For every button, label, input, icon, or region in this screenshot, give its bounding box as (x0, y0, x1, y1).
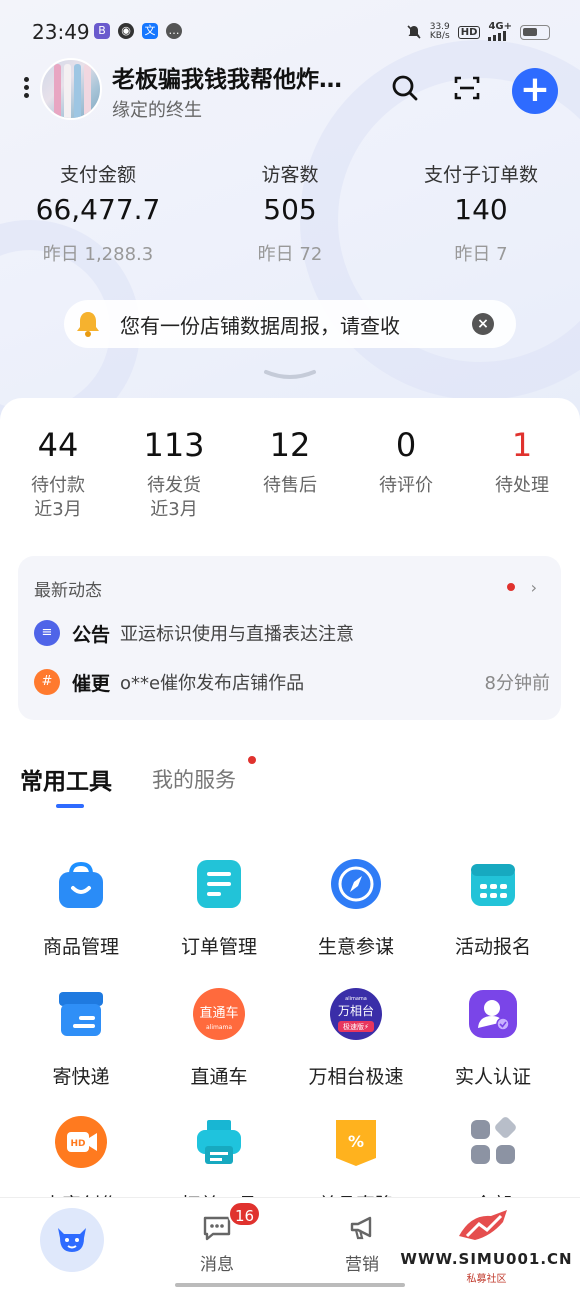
stat-payment-amount[interactable]: 支付金额 66,477.7 昨日 1,288.3 (3, 160, 193, 266)
latest-activity-panel[interactable]: 最新动态 › ≡ 公告 亚运标识使用与直播表达注意 # 催更 o**e催你发布店… (18, 556, 561, 720)
weekly-report-notice[interactable]: 您有一份店铺数据周报，请查收 × (64, 300, 516, 348)
nav-marketing[interactable]: 营销 (322, 1214, 402, 1275)
network-speed: 33.9 KB/s (429, 22, 450, 41)
tab-my-services[interactable]: 我的服务 (152, 764, 236, 794)
hd-badge: HD (457, 25, 481, 39)
add-button[interactable]: + (512, 68, 558, 114)
tool-express-delivery[interactable]: 寄快递 (12, 986, 150, 1089)
signal-type: 4G+ (488, 22, 512, 41)
scan-button[interactable] (445, 66, 489, 110)
chevron-down-icon[interactable] (262, 368, 318, 384)
verified-person-icon (469, 990, 517, 1038)
feed-item-urge[interactable]: # 催更 o**e催你发布店铺作品 8分钟前 (34, 667, 554, 697)
svg-text:alimama: alimama (206, 1024, 232, 1031)
bull-logo-icon (58, 1228, 86, 1252)
tool-product-management[interactable]: 商品管理 (12, 856, 150, 959)
mute-bell-icon (407, 25, 421, 39)
hashtag-icon: # (34, 669, 60, 695)
search-icon (392, 75, 418, 101)
app-notification-icon: B (94, 23, 110, 39)
svg-text:%: % (348, 1132, 364, 1151)
bell-icon (77, 312, 99, 337)
feed-title: 最新动态 (34, 581, 102, 601)
all-apps-icon (471, 1117, 516, 1164)
tools-tabs: 常用工具 我的服务 (20, 756, 320, 812)
chat-bubble-icon: … (166, 23, 182, 39)
stat-sub-orders[interactable]: 支付子订单数 140 昨日 7 (386, 160, 576, 266)
announcement-icon: ≡ (34, 620, 60, 646)
tab-underline (56, 804, 84, 808)
tool-business-advisor[interactable]: 生意参谋 (287, 856, 425, 959)
watermark-logo-icon (459, 1210, 507, 1240)
stat-visitors[interactable]: 访客数 505 昨日 72 (195, 160, 385, 266)
svg-text:万相台: 万相台 (338, 1003, 374, 1018)
tool-order-management[interactable]: 订单管理 (150, 856, 288, 959)
todo-pending-review[interactable]: 0 待评价 (348, 426, 464, 498)
close-icon[interactable]: × (472, 313, 494, 335)
home-indicator[interactable] (175, 1283, 405, 1287)
tool-event-signup[interactable]: 活动报名 (424, 856, 562, 959)
battery-icon (520, 24, 550, 40)
order-list-icon (197, 860, 241, 908)
notice-text: 您有一份店铺数据周报，请查收 (120, 313, 400, 338)
translate-app-icon: 文 (142, 23, 158, 39)
shop-avatar[interactable] (40, 58, 102, 120)
wxt-logo-icon: alimama 万相台 极速版⚡ (330, 988, 382, 1040)
message-count-badge: 16 (228, 1201, 262, 1227)
more-menu-icon[interactable] (22, 74, 30, 104)
calendar-grid-icon (471, 864, 515, 906)
shop-header: 老板骗我钱我帮他炸… 缘定的终生 + (0, 56, 580, 130)
todo-pending-handle[interactable]: 1 待处理 (464, 426, 580, 498)
tool-wanxiangtai[interactable]: alimama 万相台 极速版⚡ 万相台极速 (287, 986, 425, 1089)
todo-after-sales[interactable]: 12 待售后 (232, 426, 348, 498)
parcel-box-icon (59, 992, 103, 1036)
shop-name[interactable]: 老板骗我钱我帮他炸… (112, 60, 377, 94)
svg-text:极速版⚡: 极速版⚡ (343, 1022, 369, 1031)
scan-icon (454, 76, 480, 100)
site-watermark: WWW.SIMU001.CN 私募社区 (399, 1206, 574, 1285)
tool-ztc[interactable]: 直通车 alimama 直通车 (150, 986, 288, 1089)
unread-dot (248, 756, 256, 764)
hd-video-icon: HD (55, 1116, 107, 1168)
workbench-card: 44 待付款 近3月 113 待发货 近3月 12 待售后 0 待评价 1 待处理 … (0, 398, 580, 1289)
compass-icon (331, 859, 381, 909)
tool-real-name-verify[interactable]: 实人认证 (424, 986, 562, 1089)
todo-pending-payment[interactable]: 44 待付款 近3月 (0, 426, 116, 522)
todo-pending-shipment[interactable]: 113 待发货 近3月 (116, 426, 232, 522)
ztc-logo-icon: 直通车 alimama (193, 988, 245, 1040)
search-button[interactable] (383, 66, 427, 110)
status-bar: 23:49 B ◉ 文 … 33.9 KB/s HD 4G+ (0, 0, 580, 62)
svg-text:alimama: alimama (345, 996, 367, 1002)
svg-text:HD: HD (70, 1139, 85, 1149)
svg-text:直通车: 直通车 (199, 1005, 238, 1021)
shopping-bag-icon (59, 861, 103, 908)
printer-icon (197, 1120, 241, 1164)
discount-coupon-icon: % (336, 1120, 376, 1166)
tab-common-tools[interactable]: 常用工具 (20, 762, 112, 796)
nav-home[interactable] (40, 1208, 104, 1272)
megaphone-icon (350, 1216, 372, 1240)
unread-dot (507, 583, 515, 591)
status-time: 23:49 (32, 20, 90, 44)
cat-app-icon: ◉ (118, 23, 134, 39)
feed-item-announcement[interactable]: ≡ 公告 亚运标识使用与直播表达注意 (34, 618, 554, 648)
signal-bars-icon (488, 31, 507, 41)
chevron-right-icon[interactable]: › (531, 578, 537, 597)
shop-subtitle: 缘定的终生 (112, 100, 202, 121)
